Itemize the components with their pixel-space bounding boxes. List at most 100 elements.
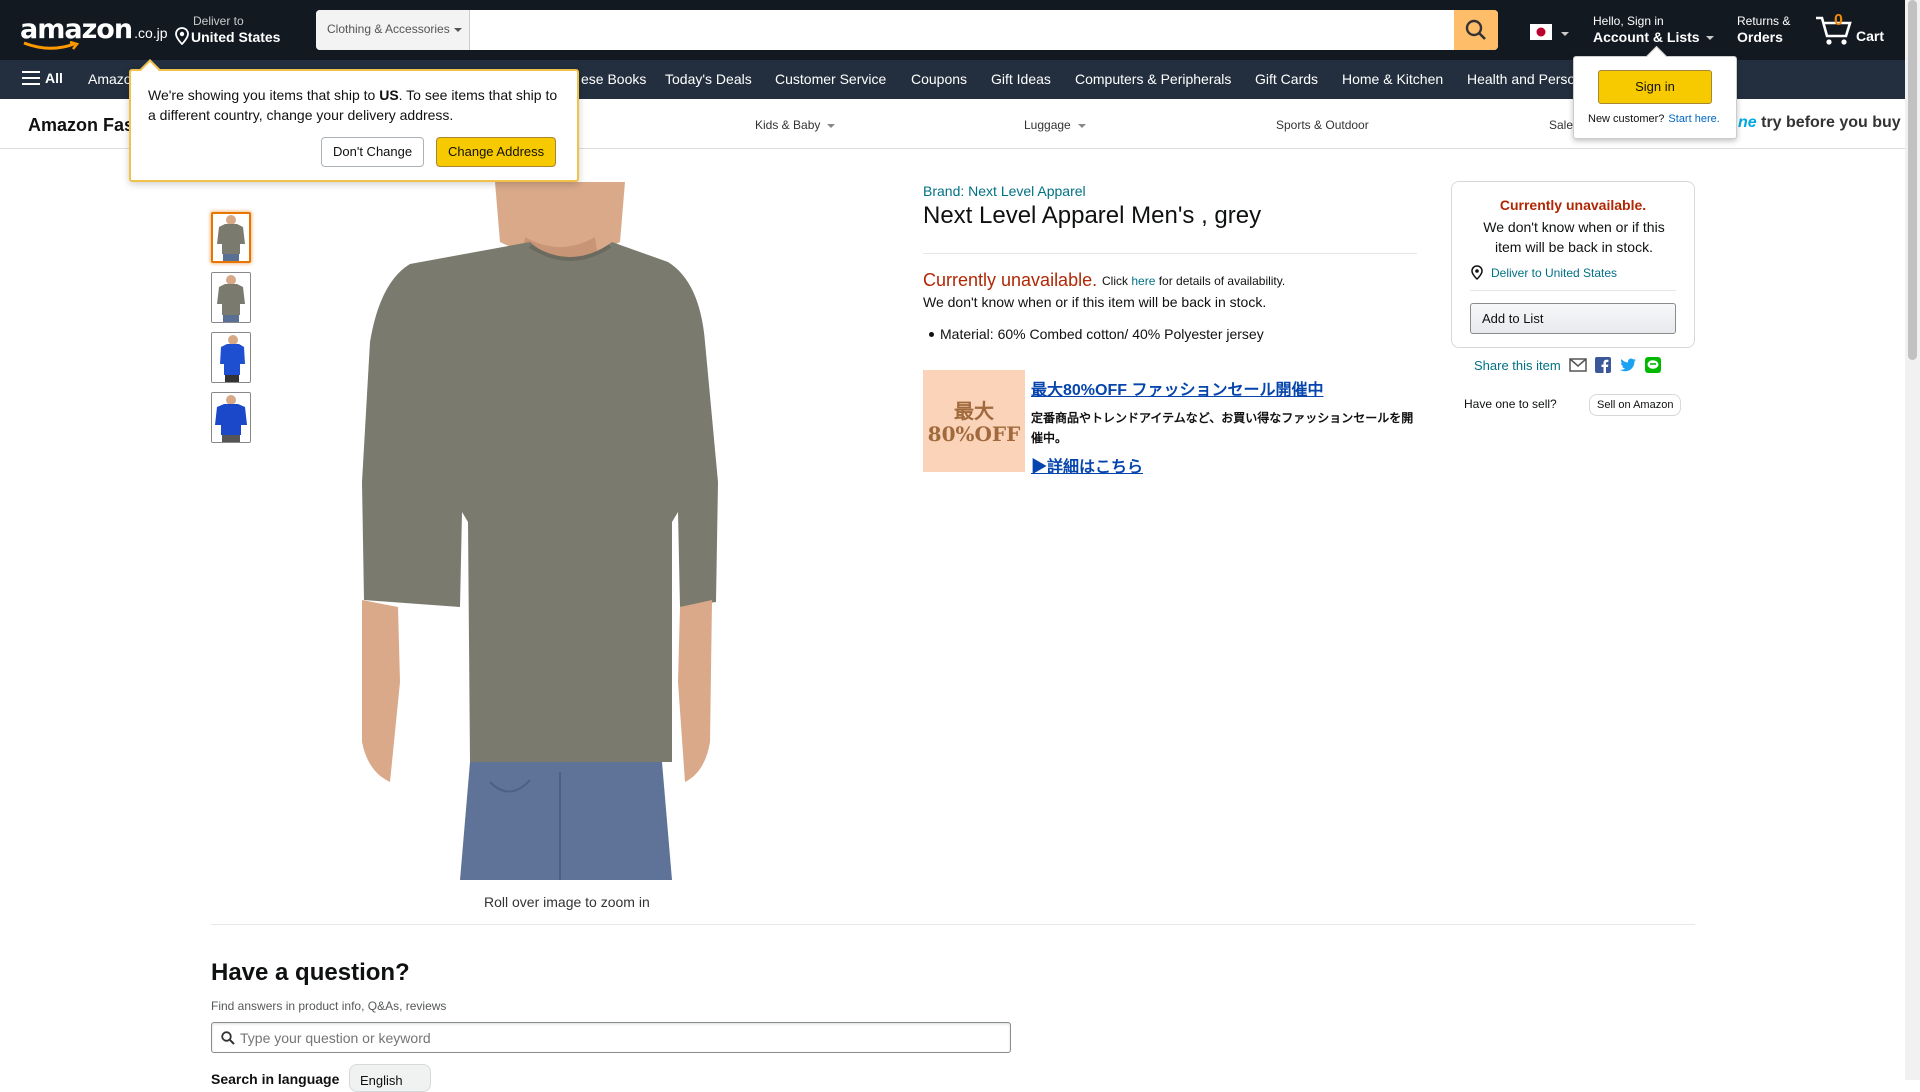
question-search-input[interactable] [240, 1023, 1000, 1052]
sale-banner-line1: 最大 [954, 399, 994, 423]
deliver-to[interactable]: Deliver to United States [173, 14, 298, 48]
sell-on-amazon-button[interactable]: Sell on Amazon [1589, 394, 1682, 416]
tshirt-thumb-icon [213, 214, 249, 261]
question-search-field [211, 1022, 1011, 1053]
here-link[interactable]: here [1131, 274, 1155, 288]
all-menu-button[interactable]: All [22, 70, 63, 86]
share-label: Share this item [1474, 358, 1561, 373]
signin-flyout: Sign in New customer? Start here. [1573, 56, 1737, 139]
subnav-item-health[interactable]: Health and Perso [1467, 71, 1575, 87]
deliver-line1: Deliver to [193, 14, 244, 28]
click-post: for details of availability. [1155, 274, 1286, 288]
search-language-label: Search in language [211, 1071, 340, 1087]
caret-down-icon [453, 27, 462, 32]
store-item-label: Sale [1549, 118, 1574, 132]
subnav-item-customer-service[interactable]: Customer Service [775, 71, 886, 87]
caret-down-icon [827, 123, 836, 128]
divider [211, 924, 1695, 925]
sign-in-button[interactable]: Sign in [1598, 70, 1712, 104]
ship-to-popover: We're showing you items that ship to US.… [129, 59, 579, 182]
search-icon [221, 1031, 235, 1045]
account-line1: Hello, Sign in [1593, 14, 1664, 28]
try-before-you-buy-banner[interactable]: ne try before you buy [1738, 114, 1901, 132]
search-category-label: Clothing & Accessories [327, 22, 450, 36]
sale-title-link[interactable]: 最大80%OFF ファッションセール開催中 [1031, 376, 1323, 400]
tshirt-thumb-icon [212, 273, 250, 322]
returns-orders[interactable]: Returns & Orders [1737, 14, 1797, 48]
dont-change-button[interactable]: Don't Change [321, 137, 425, 167]
location-pin-icon [175, 27, 189, 45]
store-item-kids-baby[interactable]: Kids & Baby [755, 118, 836, 132]
buybox-deliver-label: Deliver to United States [1491, 265, 1618, 280]
availability-status: Currently unavailable. [923, 270, 1098, 290]
question-subtitle: Find answers in product info, Q&As, revi… [211, 999, 447, 1013]
sale-banner-image[interactable]: 最大 80%OFF [923, 370, 1025, 472]
caret-down-icon [1077, 123, 1086, 128]
share-icons [1569, 357, 1661, 373]
vertical-scrollbar[interactable] [1905, 0, 1920, 1080]
account-lists[interactable]: Hello, Sign in Account & Lists [1593, 14, 1723, 48]
product-thumbnail[interactable] [211, 332, 251, 383]
question-heading: Have a question? [211, 959, 410, 986]
product-thumbnail[interactable] [211, 272, 251, 323]
amazon-logo[interactable]: amazon .co.jp [20, 14, 168, 50]
subnav-item-coupons[interactable]: Coupons [911, 71, 967, 87]
scrollbar-thumb[interactable] [1908, 0, 1917, 360]
caret-down-icon [1705, 36, 1714, 41]
search-category-dropdown[interactable]: Clothing & Accessories [316, 10, 470, 50]
sale-description: 定番商品やトレンドアイテムなど、お買い得なファッションセールを開催中。 [1031, 411, 1414, 445]
tshirt-thumb-icon [212, 333, 250, 382]
account-line2: Account & Lists [1593, 29, 1700, 45]
location-pin-icon [1471, 265, 1483, 280]
tshirt-thumb-icon [212, 393, 250, 442]
line-icon[interactable] [1645, 357, 1661, 373]
facebook-icon[interactable] [1595, 357, 1611, 373]
subnav-item-computers[interactable]: Computers & Peripherals [1075, 71, 1231, 87]
logo-smile-icon [23, 41, 80, 50]
caret-down-icon [1561, 32, 1570, 36]
search-button[interactable] [1454, 10, 1498, 50]
language-select[interactable]: English [349, 1064, 431, 1092]
sale-details-link[interactable]: ▶詳細はこちら [1031, 453, 1143, 477]
change-address-button[interactable]: Change Address [436, 137, 557, 167]
logo-tld: .co.jp [134, 25, 168, 41]
buybox-stock-note: We don't know when or if this item will … [1483, 219, 1665, 255]
returns-line1: Returns & [1737, 14, 1791, 28]
sale-banner-line2: 80%OFF [927, 422, 1021, 446]
brand-link[interactable]: Brand: Next Level Apparel [923, 183, 1086, 199]
twitter-icon[interactable] [1619, 358, 1637, 373]
click-pre: Click [1102, 274, 1132, 288]
cart-count: 0 [1834, 12, 1843, 29]
tbyb-prefix: ne [1738, 114, 1757, 131]
product-thumbnail[interactable] [211, 392, 251, 443]
add-to-list-button[interactable]: Add to List [1470, 303, 1676, 334]
subnav-item-books[interactable]: ese Books [581, 71, 646, 87]
store-item-sports[interactable]: Sports & Outdoor [1276, 118, 1369, 132]
subnav-item-todays-deals[interactable]: Today's Deals [665, 71, 752, 87]
grey-tshirt-model-image [340, 182, 780, 880]
product-title: Next Level Apparel Men's , grey [923, 202, 1262, 229]
subnav-item-gift-ideas[interactable]: Gift Ideas [991, 71, 1051, 87]
returns-line2: Orders [1737, 29, 1783, 45]
email-icon[interactable] [1569, 358, 1587, 372]
popover-message: We're showing you items that ship to US.… [148, 85, 568, 125]
tbyb-text: try before you buy [1761, 114, 1901, 131]
product-main-image[interactable] [340, 182, 780, 880]
language-flag-selector[interactable] [1530, 24, 1582, 44]
subnav-item-home-kitchen[interactable]: Home & Kitchen [1342, 71, 1443, 87]
language-select-value: English [360, 1073, 403, 1088]
store-title[interactable]: Amazon Fas [28, 115, 134, 136]
store-item-luggage[interactable]: Luggage [1024, 118, 1086, 132]
start-here-link[interactable]: Start here. [1668, 113, 1719, 125]
stock-note: We don't know when or if this item will … [923, 294, 1267, 310]
store-item-label: Sports & Outdoor [1276, 118, 1369, 132]
search-input[interactable] [470, 10, 1454, 50]
subnav-item-gift-cards[interactable]: Gift Cards [1255, 71, 1318, 87]
japan-flag-icon [1530, 24, 1552, 40]
cart[interactable]: 0 Cart [1812, 10, 1912, 50]
product-thumbnail[interactable] [211, 212, 251, 263]
divider [1470, 290, 1676, 291]
buybox-deliver-link[interactable]: Deliver to United States [1471, 265, 1617, 280]
hamburger-icon [22, 71, 40, 85]
store-item-sale[interactable]: Sale [1549, 118, 1573, 132]
